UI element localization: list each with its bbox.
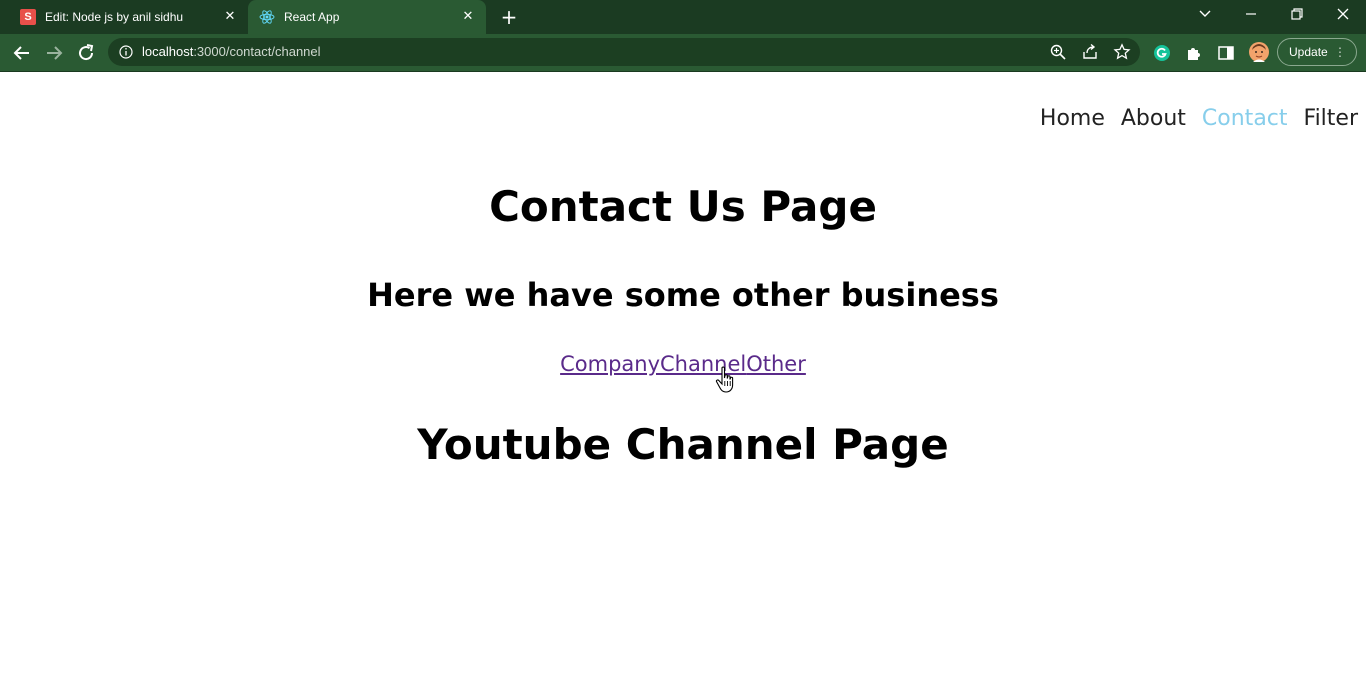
close-window-icon[interactable]	[1329, 4, 1357, 28]
hand-pointer-cursor-icon	[715, 366, 734, 393]
page-title: Contact Us Page	[489, 182, 877, 231]
minimize-icon[interactable]	[1237, 4, 1265, 28]
more-menu-icon: ⋮	[1334, 45, 1346, 59]
top-nav: Home About Contact Filter	[1040, 106, 1358, 131]
tab-edit-node-js[interactable]: S Edit: Node js by anil sidhu ✕	[8, 0, 248, 34]
grammarly-icon[interactable]	[1153, 44, 1171, 62]
bookmark-star-icon[interactable]	[1113, 43, 1131, 61]
share-icon[interactable]	[1081, 43, 1099, 61]
nav-filter-link[interactable]: Filter	[1304, 106, 1358, 131]
url-text: localhost:3000/contact/channel	[142, 44, 321, 59]
react-logo-icon	[259, 10, 275, 24]
extensions-puzzle-icon[interactable]	[1185, 44, 1203, 62]
site-info-icon[interactable]	[119, 45, 133, 59]
sub-nav-links: CompanyChannelOther	[0, 352, 1366, 376]
update-button[interactable]: Update ⋮	[1277, 38, 1357, 66]
tab-search-chevron-icon[interactable]	[1191, 4, 1219, 28]
company-link[interactable]: Company	[560, 352, 660, 376]
tab-label: Edit: Node js by anil sidhu	[45, 10, 184, 24]
address-bar[interactable]: localhost:3000/contact/channel	[108, 38, 1140, 66]
tab-bar: S Edit: Node js by anil sidhu ✕ React Ap…	[0, 0, 1366, 34]
back-arrow-icon[interactable]	[10, 41, 34, 65]
tab-label: React App	[284, 10, 340, 24]
nav-contact-link[interactable]: Contact	[1202, 106, 1288, 131]
restore-icon[interactable]	[1283, 4, 1311, 28]
section-title: Youtube Channel Page	[417, 420, 949, 469]
new-tab-button[interactable]: +	[499, 7, 519, 27]
close-tab-icon[interactable]: ✕	[460, 9, 476, 25]
zoom-icon[interactable]	[1049, 43, 1067, 61]
browser-toolbar: localhost:3000/contact/channel Update ⋮	[0, 34, 1366, 72]
tab-favicon-s: S	[20, 9, 36, 25]
page-subtitle: Here we have some other business	[367, 276, 999, 314]
side-panel-icon[interactable]	[1217, 44, 1235, 62]
close-tab-icon[interactable]: ✕	[222, 9, 238, 25]
reload-icon[interactable]	[74, 41, 98, 65]
other-link[interactable]: Other	[746, 352, 806, 376]
profile-avatar-icon[interactable]	[1249, 42, 1269, 62]
tab-react-app[interactable]: React App ✕	[248, 0, 486, 34]
forward-arrow-icon[interactable]	[42, 41, 66, 65]
nav-about-link[interactable]: About	[1121, 106, 1186, 131]
nav-home-link[interactable]: Home	[1040, 106, 1105, 131]
